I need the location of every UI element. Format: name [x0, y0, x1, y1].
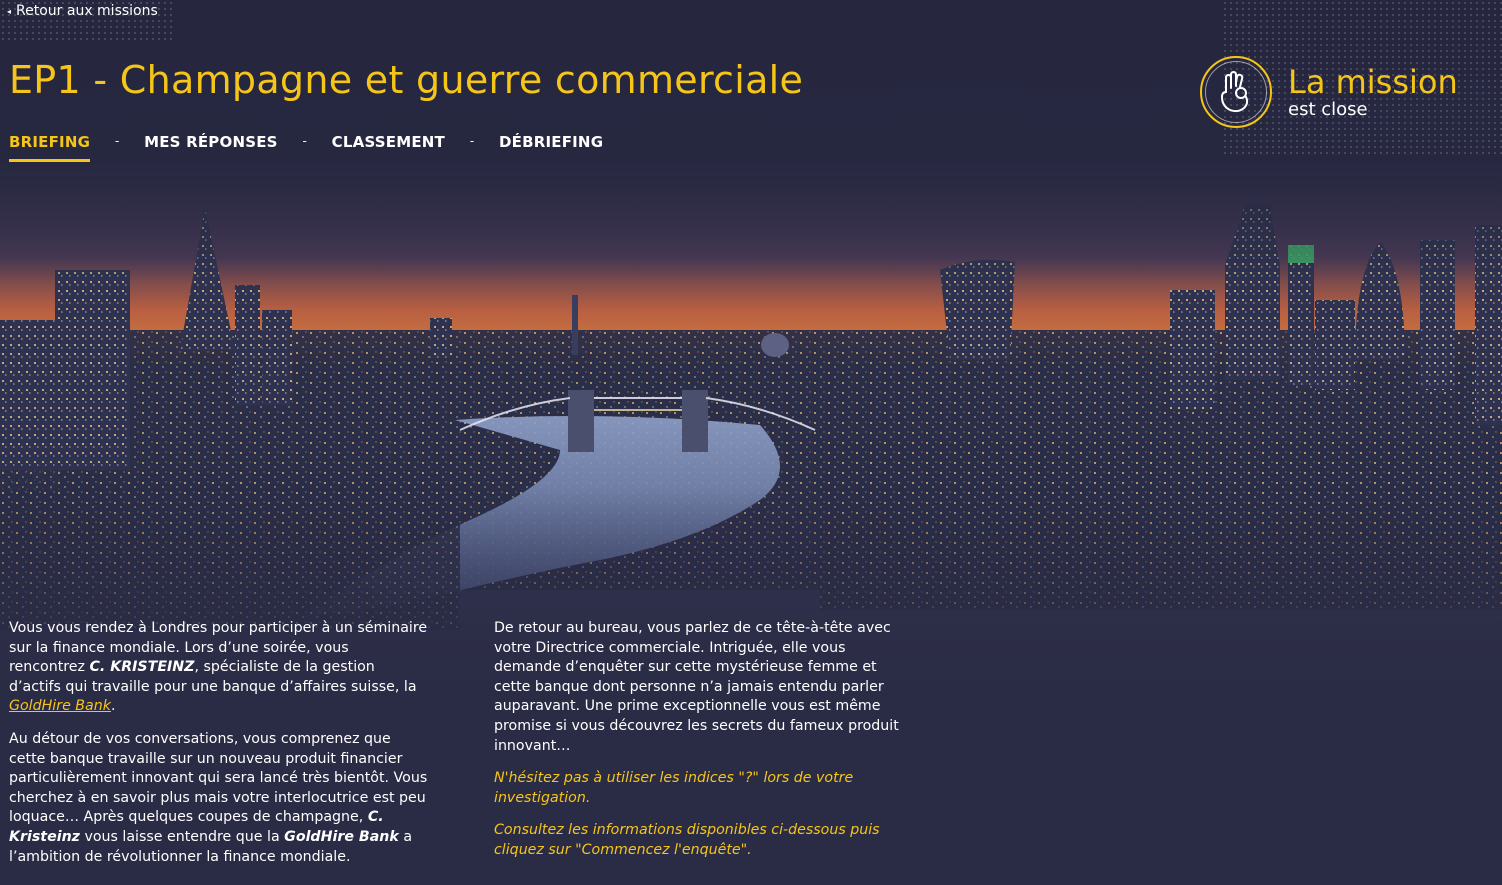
- tab-separator: -: [114, 134, 120, 148]
- status-title: La mission: [1288, 63, 1458, 101]
- briefing-paragraph: Vous vous rendez à Londres pour particip…: [9, 620, 428, 715]
- briefing-column-right: De retour au bureau, vous parlez de ce t…: [494, 619, 912, 874]
- mission-tabs: BRIEFING - MES RÉPONSES - CLASSEMENT - D…: [9, 131, 603, 162]
- status-subtitle: est close: [1288, 99, 1368, 120]
- tab-mes-reponses[interactable]: MES RÉPONSES: [144, 131, 278, 159]
- briefing-paragraph: Au détour de vos conversations, vous com…: [9, 730, 428, 865]
- tab-separator: -: [469, 134, 475, 148]
- caret-left-icon: ◂: [7, 6, 12, 16]
- instruction-text: Consultez les informations disponibles c…: [494, 822, 880, 858]
- character-name: C. KRISTEINZ: [89, 659, 195, 676]
- back-to-missions-link[interactable]: ◂ Retour aux missions: [7, 3, 158, 19]
- tab-briefing[interactable]: BRIEFING: [9, 131, 91, 162]
- tab-classement[interactable]: CLASSEMENT: [332, 131, 445, 159]
- tab-separator: -: [302, 134, 307, 148]
- goldhire-bank-link[interactable]: GoldHire Bank: [9, 698, 111, 714]
- ok-hand-icon: [1221, 71, 1249, 113]
- tab-debriefing[interactable]: DÉBRIEFING: [499, 131, 603, 159]
- bank-name: GoldHire Bank: [284, 828, 399, 845]
- briefing-column-left: Vous vous rendez à Londres pour particip…: [9, 619, 429, 880]
- mission-status: La mission est close: [1200, 56, 1458, 128]
- status-badge: [1200, 56, 1272, 128]
- briefing-paragraph: De retour au bureau, vous parlez de ce t…: [494, 620, 899, 754]
- page-title: EP1 - Champagne et guerre commerciale: [9, 58, 804, 102]
- back-link-label: Retour aux missions: [16, 3, 158, 19]
- hint-text: N'hésitez pas à utiliser les indices "?"…: [494, 770, 854, 806]
